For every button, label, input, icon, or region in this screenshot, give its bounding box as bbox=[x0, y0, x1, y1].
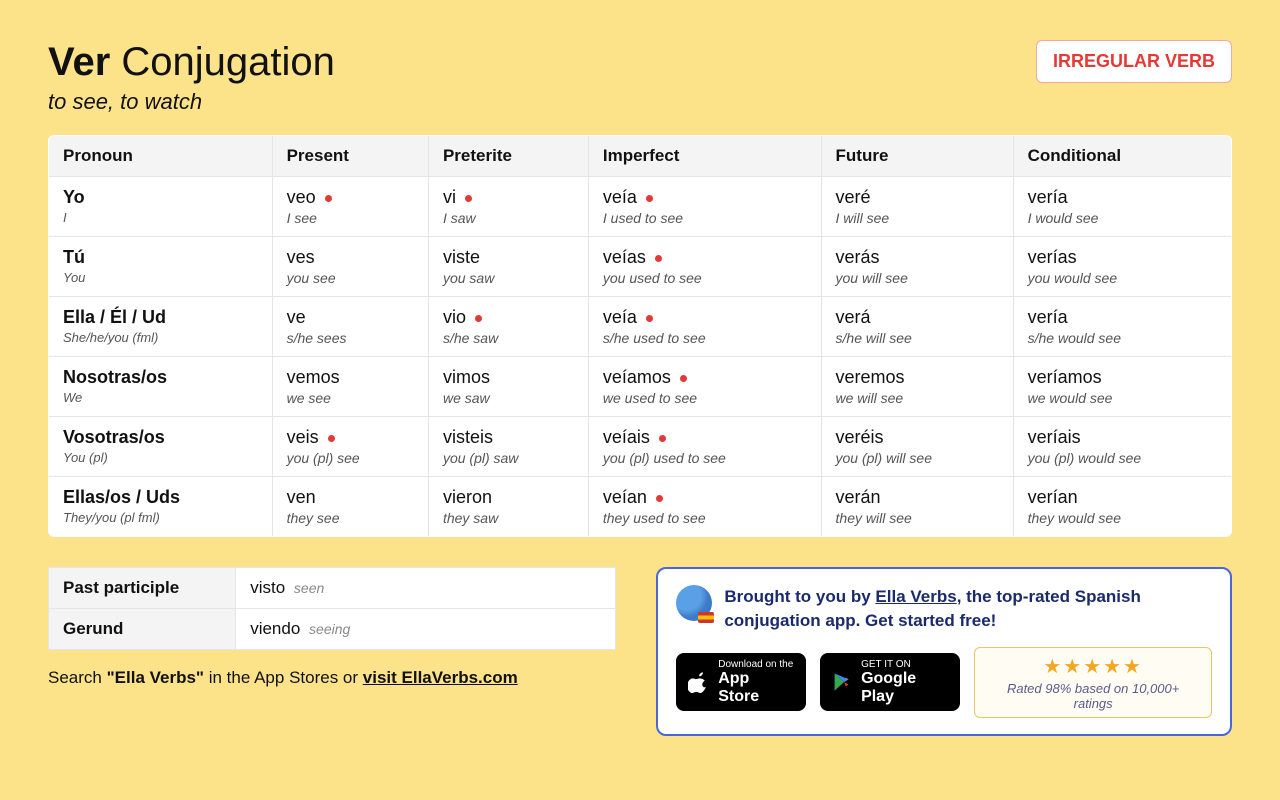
irregular-dot-icon bbox=[646, 195, 653, 202]
column-header: Conditional bbox=[1013, 136, 1231, 177]
verb-name: Ver bbox=[48, 40, 110, 84]
play-icon bbox=[832, 671, 853, 693]
gerund-label: Gerund bbox=[49, 609, 236, 650]
rating-box: ★★★★★ Rated 98% based on 10,000+ ratings bbox=[974, 647, 1212, 718]
promo-text: Brought to you by Ella Verbs, the top-ra… bbox=[724, 585, 1212, 633]
conjugation-cell: veían they used to see bbox=[588, 477, 821, 537]
conjugation-cell: visteisyou (pl) saw bbox=[428, 417, 588, 477]
gerund-value: viendo seeing bbox=[236, 609, 616, 650]
star-icons: ★★★★★ bbox=[991, 654, 1195, 679]
conjugation-cell: veríaI would see bbox=[1013, 177, 1231, 237]
irregular-dot-icon bbox=[646, 315, 653, 322]
app-store-button[interactable]: Download on theApp Store bbox=[676, 653, 806, 711]
conjugation-cell: vi I saw bbox=[428, 177, 588, 237]
conjugation-cell: visteyou saw bbox=[428, 237, 588, 297]
conjugation-cell: venthey see bbox=[272, 477, 428, 537]
irregular-dot-icon bbox=[680, 375, 687, 382]
conjugation-cell: veíais you (pl) used to see bbox=[588, 417, 821, 477]
conjugation-cell: vimoswe saw bbox=[428, 357, 588, 417]
conjugation-cell: veías you used to see bbox=[588, 237, 821, 297]
irregular-badge: IRREGULAR VERB bbox=[1036, 40, 1232, 83]
conjugation-cell: vio s/he saw bbox=[428, 297, 588, 357]
irregular-dot-icon bbox=[655, 255, 662, 262]
conjugation-cell: veríasyou would see bbox=[1013, 237, 1231, 297]
pronoun-cell: Vosotras/osYou (pl) bbox=[49, 417, 273, 477]
table-row: Vosotras/osYou (pl)veis you (pl) seevist… bbox=[49, 417, 1232, 477]
conjugation-cell: veía s/he used to see bbox=[588, 297, 821, 357]
conjugation-cell: veíamos we used to see bbox=[588, 357, 821, 417]
column-header: Present bbox=[272, 136, 428, 177]
page-title: Ver Conjugation bbox=[48, 40, 335, 85]
irregular-dot-icon bbox=[659, 435, 666, 442]
irregular-dot-icon bbox=[656, 495, 663, 502]
ellaverbs-link[interactable]: visit EllaVerbs.com bbox=[363, 668, 518, 687]
irregular-dot-icon bbox=[325, 195, 332, 202]
pronoun-cell: TúYou bbox=[49, 237, 273, 297]
conjugation-cell: veréI will see bbox=[821, 177, 1013, 237]
conjugation-cell: verás/he will see bbox=[821, 297, 1013, 357]
conjugation-cell: veríanthey would see bbox=[1013, 477, 1231, 537]
conjugation-cell: vieronthey saw bbox=[428, 477, 588, 537]
rating-text: Rated 98% based on 10,000+ ratings bbox=[991, 681, 1195, 711]
table-row: Ellas/os / UdsThey/you (pl fml)venthey s… bbox=[49, 477, 1232, 537]
table-row: Nosotras/osWevemoswe seevimoswe sawveíam… bbox=[49, 357, 1232, 417]
column-header: Imperfect bbox=[588, 136, 821, 177]
conjugation-cell: verías/he would see bbox=[1013, 297, 1231, 357]
column-header: Future bbox=[821, 136, 1013, 177]
conjugation-cell: vesyou see bbox=[272, 237, 428, 297]
irregular-dot-icon bbox=[328, 435, 335, 442]
irregular-dot-icon bbox=[465, 195, 472, 202]
table-row: YoIveo I seevi I sawveía I used to seeve… bbox=[49, 177, 1232, 237]
past-participle-value: visto seen bbox=[236, 568, 616, 609]
conjugation-cell: vemoswe see bbox=[272, 357, 428, 417]
search-note: Search "Ella Verbs" in the App Stores or… bbox=[48, 668, 616, 688]
conjugation-cell: veríaisyou (pl) would see bbox=[1013, 417, 1231, 477]
irregular-dot-icon bbox=[475, 315, 482, 322]
apple-icon bbox=[688, 671, 710, 693]
pronoun-cell: Ellas/os / UdsThey/you (pl fml) bbox=[49, 477, 273, 537]
promo-box: Brought to you by Ella Verbs, the top-ra… bbox=[656, 567, 1232, 736]
pronoun-cell: Nosotras/osWe bbox=[49, 357, 273, 417]
conjugation-table: PronounPresentPreteriteImperfectFutureCo… bbox=[48, 135, 1232, 537]
verb-translation: to see, to watch bbox=[48, 89, 335, 115]
pronoun-cell: YoI bbox=[49, 177, 273, 237]
google-play-button[interactable]: GET IT ONGoogle Play bbox=[820, 653, 960, 711]
forms-table: Past participle visto seen Gerund viendo… bbox=[48, 567, 616, 650]
conjugation-cell: veía I used to see bbox=[588, 177, 821, 237]
app-icon bbox=[676, 585, 712, 621]
column-header: Preterite bbox=[428, 136, 588, 177]
pronoun-cell: Ella / Él / UdShe/he/you (fml) bbox=[49, 297, 273, 357]
conjugation-cell: verásyou will see bbox=[821, 237, 1013, 297]
past-participle-label: Past participle bbox=[49, 568, 236, 609]
conjugation-cell: veréisyou (pl) will see bbox=[821, 417, 1013, 477]
conjugation-cell: veis you (pl) see bbox=[272, 417, 428, 477]
conjugation-cell: veránthey will see bbox=[821, 477, 1013, 537]
conjugation-cell: veríamoswe would see bbox=[1013, 357, 1231, 417]
conjugation-cell: veremoswe will see bbox=[821, 357, 1013, 417]
table-row: TúYouvesyou seevisteyou sawveías you use… bbox=[49, 237, 1232, 297]
ella-verbs-link[interactable]: Ella Verbs bbox=[875, 587, 956, 606]
column-header: Pronoun bbox=[49, 136, 273, 177]
conjugation-cell: veo I see bbox=[272, 177, 428, 237]
conjugation-cell: ves/he sees bbox=[272, 297, 428, 357]
table-row: Ella / Él / UdShe/he/you (fml)ves/he see… bbox=[49, 297, 1232, 357]
title-suffix: Conjugation bbox=[110, 40, 335, 84]
